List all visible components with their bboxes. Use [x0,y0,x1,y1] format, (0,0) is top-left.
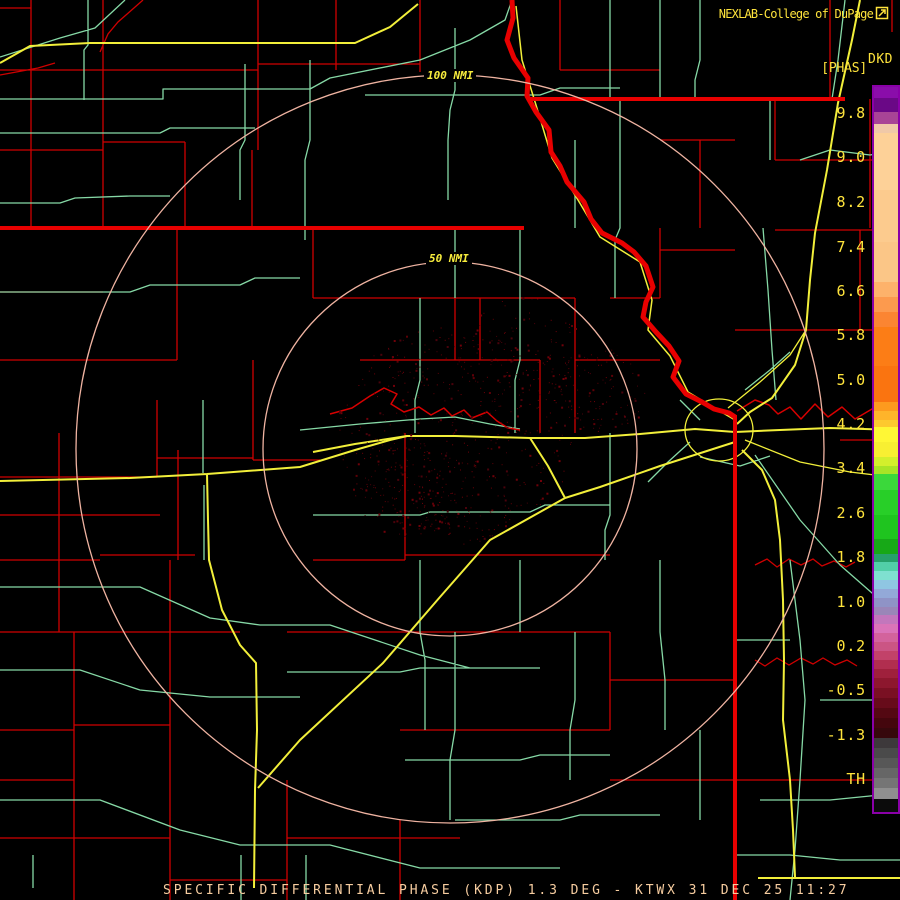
color-scale-segment [874,633,898,642]
color-scale-tick-label: 1.0 [836,593,866,611]
color-scale-tick-label: 5.0 [836,371,866,389]
color-scale-segment [874,728,898,738]
radar-echo-speckles [338,297,646,545]
color-scale-bar [872,85,900,814]
color-scale-tick-label: 9.8 [836,104,866,122]
color-scale-tick-label: 0.2 [836,637,866,655]
color-scale-segment [874,539,898,554]
color-scale-segment [874,768,898,778]
color-scale-segment [874,624,898,633]
color-scale-segment [874,738,898,748]
color-scale-segment [874,98,898,112]
road-river-lines [0,0,900,900]
color-scale-segment [874,327,898,366]
color-scale-segment [874,490,898,515]
color-scale-tick-label: TH [846,770,866,788]
color-scale-segment [874,788,898,799]
color-scale-segment [874,708,898,718]
radar-display: NEXLAB-College of DuPage DKD [PHAS] 100 … [0,0,900,900]
color-scale-segment [874,242,898,282]
color-scale-segment [874,698,898,708]
range-ring-label-100nmi: 100 NMI [424,69,477,82]
color-scale-segment [874,282,898,297]
color-scale-segment [874,515,898,539]
color-scale-tick-label: 6.6 [836,282,866,300]
color-scale-segment [874,466,898,474]
color-scale-tick-label: 4.2 [836,415,866,433]
color-scale-tick-label: -1.3 [826,726,866,744]
color-scale-segment [874,718,898,728]
color-scale-segment [874,297,898,312]
color-scale-segment [874,442,898,457]
cod-arrow-logo-icon [875,6,889,20]
color-scale-tick-label: 9.0 [836,148,866,166]
product-title: SPECIFIC DIFFERENTIAL PHASE (KDP) 1.3 DE… [163,883,850,898]
color-scale-segment [874,312,898,327]
color-scale-segment [874,678,898,688]
color-scale-tick-label: 1.8 [836,548,866,566]
brand-text: NEXLAB-College of DuPage [718,7,874,21]
color-scale-segment [874,642,898,651]
color-scale-tick-label: 7.4 [836,238,866,256]
color-scale-segment [874,474,898,490]
color-scale-segment [874,669,898,678]
color-scale-segment [874,420,898,427]
color-scale-segment [874,660,898,669]
product-code-label: DKD [868,52,893,67]
range-ring-50nmi [262,261,638,637]
color-scale-segment [874,651,898,660]
color-scale-segment [874,799,898,812]
range-ring-label-50nmi: 50 NMI [426,252,472,265]
color-scale-segment [874,598,898,607]
color-scale-segment [874,778,898,788]
color-scale-segment [874,554,898,562]
color-scale-segment [874,411,898,420]
color-scale-tick-label: 3.4 [836,459,866,477]
state-borders [0,0,845,900]
color-scale-tick-label: 8.2 [836,193,866,211]
color-scale-segment [874,607,898,615]
color-scale-segment [874,748,898,758]
color-scale-tick-label: -0.5 [826,681,866,699]
color-scale-segment [874,133,898,190]
color-scale-tick-label: 2.6 [836,504,866,522]
color-scale-segment [874,87,898,98]
product-phase-label: [PHAS] [821,61,867,76]
color-scale-tick-label: 5.8 [836,326,866,344]
color-scale-segment [874,562,898,571]
color-scale-segment [874,112,898,124]
radar-map-svg [0,0,900,900]
color-scale-segment [874,457,898,466]
color-scale-segment [874,589,898,598]
color-scale-segment [874,366,898,402]
color-scale-segment [874,688,898,698]
color-scale-segment [874,427,898,442]
color-scale-segment [874,571,898,580]
color-scale-segment [874,124,898,133]
color-scale-segment [874,615,898,624]
color-scale-segment [874,758,898,768]
color-scale-segment [874,190,898,242]
color-scale-segment [874,580,898,589]
color-scale-segment [874,402,898,411]
